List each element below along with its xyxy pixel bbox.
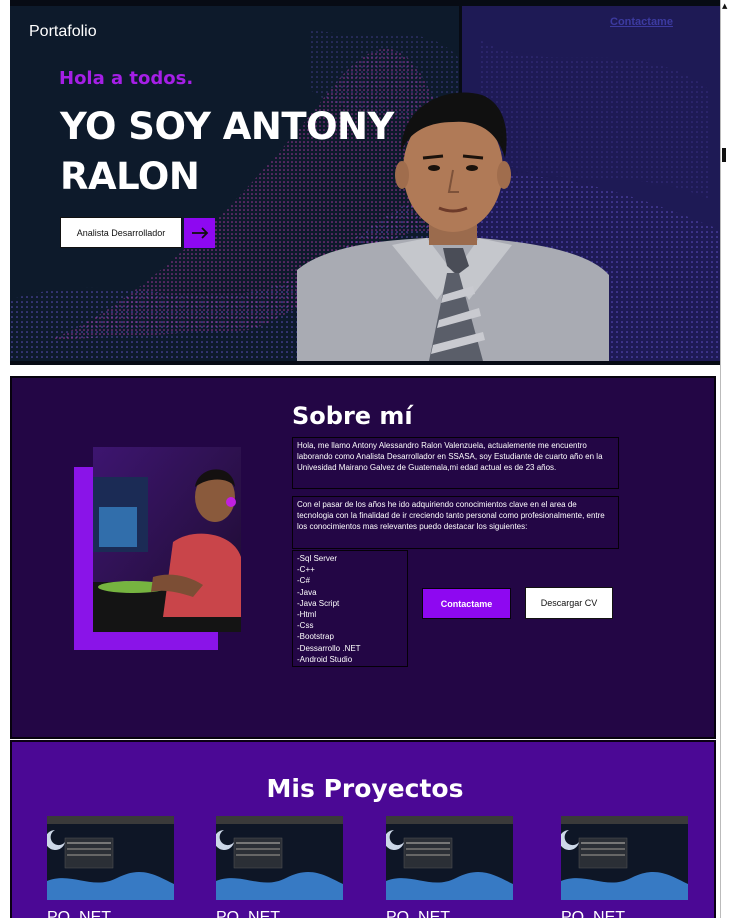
project-label: PO .NET xyxy=(216,909,281,918)
brand-logo[interactable]: Portafolio xyxy=(29,23,97,41)
skill-item: -Java xyxy=(297,587,317,597)
project-thumbnail[interactable] xyxy=(45,816,174,900)
scrollbar-thumb[interactable] xyxy=(722,148,726,162)
download-cv-button[interactable]: Descargar CV xyxy=(525,587,613,619)
project-card[interactable]: PO .NET xyxy=(559,816,688,918)
skill-item: -Css xyxy=(297,621,314,631)
about-section: Sobre mí Hola, me llamo Antony Alessandr… xyxy=(10,376,716,739)
hero-name-line2: RALON xyxy=(60,155,200,198)
projects-section: Mis Proyectos PO .NET PO .NET PO .NET PO… xyxy=(10,740,716,918)
scroll-up-icon[interactable]: ▲ xyxy=(722,2,727,10)
profile-photo xyxy=(297,92,609,361)
about-knowledge-paragraph: Con el pasar de los años he ido adquirie… xyxy=(292,496,619,549)
hero-section: Portafolio Contactame Hola a todos. YO S… xyxy=(10,0,720,365)
skill-item: -Bootstrap xyxy=(297,632,334,642)
hero-top-border xyxy=(10,0,720,6)
page-scrollbar[interactable]: ▲ xyxy=(720,0,753,918)
skill-item: -Android Studio xyxy=(297,654,353,664)
project-thumbnail[interactable] xyxy=(559,816,688,900)
scrollbar-track[interactable] xyxy=(720,0,721,918)
nav-contact-link[interactable]: Contactame xyxy=(610,16,673,28)
contact-button[interactable]: Contactame xyxy=(422,588,511,619)
skill-item: -Sql Server xyxy=(297,554,338,563)
hero-bottom-border xyxy=(10,361,720,365)
skill-item: -Dessarrollo .NET xyxy=(297,643,361,653)
project-card[interactable]: PO .NET xyxy=(214,816,343,918)
project-label: PO .NET xyxy=(561,909,626,918)
skill-item: -Java Script xyxy=(297,598,340,608)
arrow-right-icon xyxy=(191,227,208,239)
about-intro-paragraph: Hola, me llamo Antony Alessandro Ralon V… xyxy=(292,437,619,489)
project-label: PO .NET xyxy=(386,909,451,918)
skill-item: -C++ xyxy=(297,565,315,575)
project-label: PO .NET xyxy=(47,909,112,918)
skill-item: -C# xyxy=(297,576,310,586)
project-thumbnail[interactable] xyxy=(214,816,343,900)
role-button[interactable]: Analista Desarrollador xyxy=(60,217,182,248)
hero-greeting: Hola a todos. xyxy=(59,68,194,89)
project-card[interactable]: PO .NET xyxy=(384,816,513,918)
about-title: Sobre mí xyxy=(292,402,413,430)
project-card[interactable]: PO .NET xyxy=(45,816,174,918)
skills-list: -Sql Server -C++ -C# -Java -Java Script … xyxy=(292,550,408,667)
projects-title: Mis Proyectos xyxy=(266,774,464,803)
skill-item: -Html xyxy=(297,610,317,620)
project-thumbnail[interactable] xyxy=(384,816,513,900)
about-photo xyxy=(93,447,241,632)
arrow-right-button[interactable] xyxy=(184,218,215,248)
